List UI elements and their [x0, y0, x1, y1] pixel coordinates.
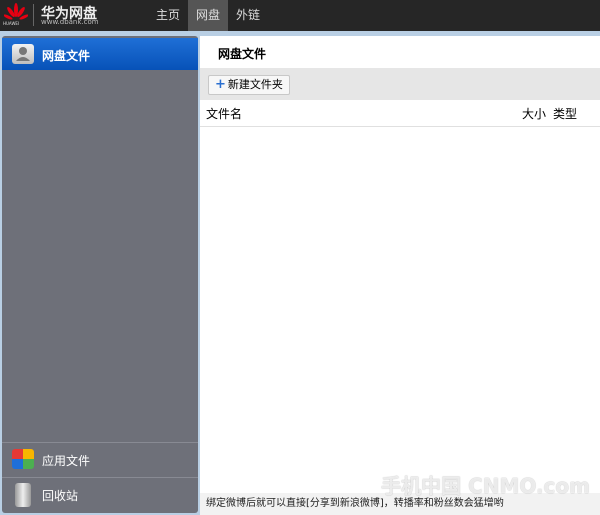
divider — [33, 4, 34, 26]
sidebar: 网盘文件 应用文件 回收站 — [2, 36, 198, 513]
new-folder-label: 新建文件夹 — [227, 78, 283, 91]
plus-icon: + — [215, 77, 226, 92]
sidebar-item-label: 回收站 — [42, 489, 79, 503]
nav-home[interactable]: 主页 — [148, 0, 188, 31]
page-title: 网盘文件 — [218, 47, 267, 61]
watermark: 手机中国 CNMO.com — [381, 474, 590, 498]
apps-icon — [12, 449, 34, 469]
main-nav: 主页 网盘 外链 — [148, 0, 268, 31]
logo-text: HUAWEI — [3, 21, 20, 26]
sidebar-item-label: 应用文件 — [42, 454, 91, 468]
main-panel: 网盘文件 + 新建文件夹 文件名 大小 类型 绑定微博后就可以直接[分享到新浪微博… — [200, 36, 600, 515]
column-size[interactable]: 大小 — [522, 102, 546, 127]
toolbar: + 新建文件夹 — [200, 68, 600, 100]
sidebar-item-app-files[interactable]: 应用文件 — [2, 442, 198, 476]
column-type[interactable]: 类型 — [553, 102, 577, 127]
sidebar-item-recycle-bin[interactable]: 回收站 — [2, 477, 198, 511]
top-bar: HUAWEI 华为网盘 www.dbank.com 主页 网盘 外链 — [0, 0, 600, 31]
file-list-header: 文件名 大小 类型 — [200, 102, 600, 127]
new-folder-button[interactable]: + 新建文件夹 — [208, 75, 290, 95]
brand-url: www.dbank.com — [41, 18, 99, 26]
nav-drive[interactable]: 网盘 — [188, 0, 229, 31]
column-name[interactable]: 文件名 — [206, 102, 242, 127]
sidebar-item-drive-files[interactable]: 网盘文件 — [2, 38, 198, 70]
trash-icon — [15, 483, 31, 507]
sidebar-item-label: 网盘文件 — [42, 49, 91, 63]
user-drive-icon — [12, 44, 34, 64]
nav-links[interactable]: 外链 — [228, 0, 268, 31]
